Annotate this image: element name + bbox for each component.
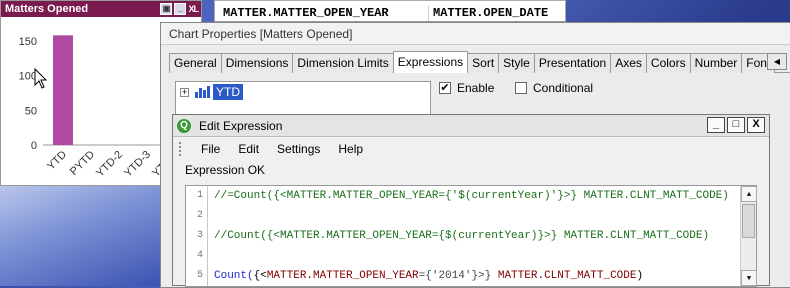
y-tick-label: 50: [25, 105, 37, 117]
edit-expression-dialog: Q Edit Expression _ □ X File Edit Settin…: [172, 114, 770, 287]
menu-file[interactable]: File: [192, 142, 229, 156]
expression-item-ytd[interactable]: + YTD: [176, 82, 430, 102]
close-button[interactable]: X: [747, 117, 765, 133]
enable-checkbox[interactable]: ✔: [439, 82, 451, 94]
code-function: Count(: [214, 270, 254, 282]
tab-style[interactable]: Style: [498, 53, 535, 73]
minimize-button[interactable]: _: [707, 117, 725, 133]
chart-caption[interactable]: Matters Opened ▣ _ XL: [1, 1, 201, 17]
vertical-scrollbar[interactable]: ▲ ▼: [740, 186, 757, 286]
expand-icon[interactable]: +: [180, 87, 189, 97]
table-header-open-year[interactable]: MATTER.MATTER_OPEN_YEAR: [215, 6, 429, 21]
code-text: //Count({<MATTER.MATTER_OPEN_YEAR={$(cur…: [214, 230, 710, 242]
y-tick-label: 0: [31, 140, 37, 152]
menu-settings[interactable]: Settings: [268, 142, 329, 156]
tab-presentation[interactable]: Presentation: [533, 53, 612, 73]
tab-number[interactable]: Number: [689, 53, 743, 73]
conditional-label: Conditional: [533, 81, 594, 95]
tab-expressions[interactable]: Expressions: [392, 51, 469, 73]
table-header-open-date[interactable]: MATTER.OPEN_DATE: [429, 6, 548, 21]
maximize-button[interactable]: □: [727, 117, 745, 133]
x-tick-label: YTD-2: [94, 149, 125, 180]
bar-chart-icon: [195, 86, 210, 98]
tab-colors[interactable]: Colors: [645, 53, 691, 73]
tab-dimension-limits[interactable]: Dimension Limits: [292, 53, 394, 73]
editor-line[interactable]: 5 Count({<MATTER.MATTER_OPEN_YEAR={'2014…: [186, 266, 756, 286]
code-text: //=Count({<MATTER.MATTER_OPEN_YEAR={'$(c…: [214, 190, 729, 202]
tab-strip: General Dimensions Dimension Limits Express…: [169, 51, 790, 73]
code-text: Count({<MATTER.MATTER_OPEN_YEAR={'2014'}…: [208, 270, 643, 282]
code-punct: ): [636, 270, 644, 282]
y-tick-label: 100: [19, 71, 37, 83]
tab-scroll-left-icon[interactable]: ◀: [767, 53, 787, 70]
menu-edit[interactable]: Edit: [229, 142, 268, 156]
qlikview-icon: Q: [177, 118, 191, 133]
editor-line[interactable]: 1 //=Count({<MATTER.MATTER_OPEN_YEAR={'$…: [186, 186, 756, 206]
excel-export-icon[interactable]: XL: [188, 2, 198, 16]
restore-icon[interactable]: ▣: [160, 3, 173, 15]
code-punct: {<: [253, 270, 267, 282]
scroll-thumb[interactable]: [742, 204, 755, 238]
editor-line[interactable]: 3 //Count({<MATTER.MATTER_OPEN_YEAR={$(c…: [186, 226, 756, 246]
chart-caption-title: Matters Opened: [5, 3, 89, 15]
editor-line[interactable]: 2: [186, 206, 756, 226]
tab-general[interactable]: General: [169, 53, 222, 73]
conditional-checkbox[interactable]: [515, 82, 527, 94]
editor-line[interactable]: 4: [186, 246, 756, 266]
scroll-down-icon[interactable]: ▼: [741, 270, 757, 286]
enable-label: Enable: [457, 81, 495, 95]
menu-help[interactable]: Help: [329, 142, 372, 156]
line-number: 3: [186, 226, 208, 246]
code-field: MATTER.MATTER_OPEN_YEAR: [266, 270, 419, 282]
tab-dimensions[interactable]: Dimensions: [220, 53, 294, 73]
desktop-background: [0, 186, 175, 286]
tab-axes[interactable]: Axes: [610, 53, 647, 73]
expression-label: YTD: [213, 84, 243, 100]
expression-editor[interactable]: 1 //=Count({<MATTER.MATTER_OPEN_YEAR={'$…: [185, 185, 757, 287]
line-number: 4: [186, 246, 208, 266]
dialog-title: Chart Properties [Matters Opened]: [161, 23, 790, 45]
x-tick-label: YTD-3: [122, 149, 153, 180]
x-tick-label: PYTD: [68, 149, 97, 178]
line-number: 5: [186, 266, 208, 286]
x-tick-label: YTD: [45, 149, 69, 173]
minimize-icon[interactable]: _: [174, 3, 187, 15]
enable-checkbox-row[interactable]: ✔ Enable: [439, 81, 494, 95]
scroll-up-icon[interactable]: ▲: [741, 186, 757, 202]
mouse-cursor-icon: [34, 67, 48, 89]
code-field: MATTER.CLNT_MATT_CODE: [497, 270, 637, 282]
code-punct: ={'2014'}>}: [418, 270, 498, 282]
edit-expression-title: Edit Expression: [199, 118, 283, 133]
line-number: 1: [186, 186, 208, 206]
tab-sort[interactable]: Sort: [467, 53, 500, 73]
menu-bar: File Edit Settings Help: [173, 137, 769, 161]
toolbar-grip-icon[interactable]: [179, 142, 182, 156]
expression-status: Expression OK: [185, 163, 266, 177]
line-number: 2: [186, 206, 208, 226]
y-tick-label: 150: [19, 36, 37, 48]
edit-expression-titlebar[interactable]: Q Edit Expression _ □ X: [173, 115, 769, 137]
bar-ytd[interactable]: [53, 35, 73, 145]
conditional-checkbox-row[interactable]: Conditional: [515, 81, 593, 95]
